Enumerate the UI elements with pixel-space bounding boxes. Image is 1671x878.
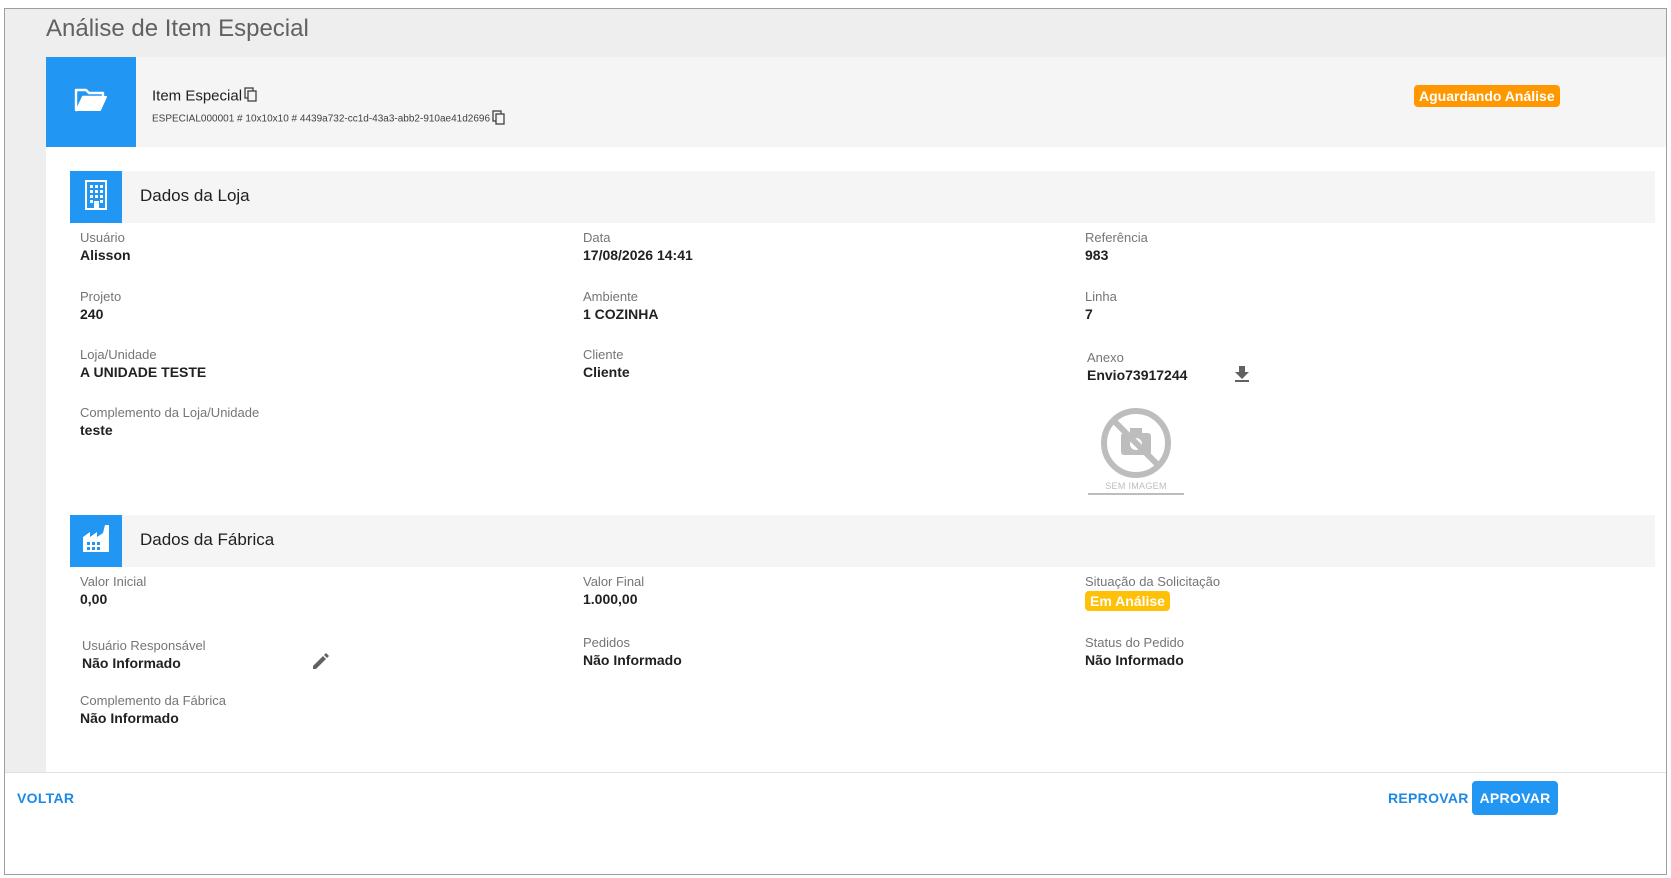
field-complemento-fabrica: Complemento da Fábrica Não Informado <box>80 693 226 727</box>
folder-open-icon <box>74 87 108 118</box>
field-label: Data <box>583 230 611 245</box>
field-value: 983 <box>1085 247 1109 263</box>
field-loja-unidade: Loja/Unidade A UNIDADE TESTE <box>80 347 206 381</box>
field-label: Projeto <box>80 289 122 304</box>
item-header: Item Especial ESPECIAL000001 # 10x10x10 … <box>46 57 1666 147</box>
field-projeto: Projeto 240 <box>80 289 121 323</box>
field-value: Alisson <box>80 247 131 263</box>
approve-button[interactable]: APROVAR <box>1472 781 1558 815</box>
field-value: Envio73917244 <box>1087 367 1188 383</box>
field-ambiente: Ambiente 1 COZINHA <box>583 289 658 323</box>
field-label: Cliente <box>583 347 624 362</box>
item-icon-box <box>46 57 136 147</box>
field-label: Valor Inicial <box>80 574 147 589</box>
field-label: Valor Final <box>583 574 645 589</box>
field-pedidos: Pedidos Não Informado <box>583 635 682 669</box>
factory-section-icon-box <box>70 515 122 567</box>
field-value: Não Informado <box>583 652 682 668</box>
field-value: 1.000,00 <box>583 591 638 607</box>
reject-button[interactable]: REPROVAR <box>1388 790 1469 806</box>
field-label: Pedidos <box>583 635 630 650</box>
field-status-pedido: Status do Pedido Não Informado <box>1085 635 1184 669</box>
copy-code-icon[interactable] <box>492 110 505 128</box>
field-value: teste <box>80 422 113 438</box>
field-label: Usuário <box>80 230 125 245</box>
field-data: Data 17/08/2026 14:41 <box>583 230 693 264</box>
field-label: Referência <box>1085 230 1148 245</box>
store-section-header: Dados da Loja <box>70 171 1655 223</box>
field-value: Não Informado <box>80 710 179 726</box>
field-label: Usuário Responsável <box>82 638 206 653</box>
field-valor-inicial: Valor Inicial 0,00 <box>80 574 146 608</box>
field-cliente: Cliente Cliente <box>583 347 630 381</box>
field-valor-final: Valor Final 1.000,00 <box>583 574 644 608</box>
field-usuario: Usuário Alisson <box>80 230 131 264</box>
factory-section-header: Dados da Fábrica <box>70 515 1655 567</box>
field-label: Situação da Solicitação <box>1085 574 1221 589</box>
field-label: Linha <box>1085 289 1117 304</box>
field-value: 1 COZINHA <box>583 306 659 322</box>
field-value: Não Informado <box>1085 652 1184 668</box>
field-value: 0,00 <box>80 591 108 607</box>
page-title: Análise de Item Especial <box>46 15 309 42</box>
item-title-row: Item Especial <box>152 87 257 106</box>
field-situacao: Situação da Solicitação Em Análise <box>1085 574 1220 611</box>
field-label: Complemento da Fábrica <box>80 693 226 708</box>
field-value: A UNIDADE TESTE <box>80 364 207 380</box>
item-code: ESPECIAL000001 # 10x10x10 # 4439a732-cc1… <box>152 113 491 125</box>
field-referencia: Referência 983 <box>1085 230 1148 264</box>
building-icon <box>83 179 109 215</box>
no-image-caption: SEM IMAGEM <box>1088 481 1184 495</box>
field-label: Anexo <box>1087 350 1124 365</box>
no-image-placeholder: SEM IMAGEM <box>1088 407 1184 499</box>
copy-icon[interactable] <box>244 87 257 106</box>
dialog-window: Análise de Item Especial Item Especial E… <box>4 8 1667 875</box>
store-section-title: Dados da Loja <box>140 186 250 205</box>
field-value: 7 <box>1085 306 1093 322</box>
field-label: Ambiente <box>583 289 638 304</box>
edit-pencil-icon[interactable] <box>312 652 330 675</box>
field-label: Status do Pedido <box>1085 635 1185 650</box>
situacao-badge: Em Análise <box>1085 591 1170 611</box>
field-usuario-responsavel: Usuário Responsável Não Informado <box>82 638 206 672</box>
left-gutter <box>5 57 46 812</box>
field-anexo: Anexo Envio73917244 <box>1087 350 1187 384</box>
download-icon[interactable] <box>1234 365 1250 387</box>
item-subtitle-row: ESPECIAL000001 # 10x10x10 # 4439a732-cc1… <box>152 110 505 128</box>
field-value: 240 <box>80 306 104 322</box>
field-value: Não Informado <box>82 655 181 671</box>
field-value: 17/08/2026 14:41 <box>583 247 693 263</box>
field-label: Complemento da Loja/Unidade <box>80 405 260 420</box>
factory-section-title: Dados da Fábrica <box>140 530 275 549</box>
factory-icon <box>81 524 111 558</box>
store-section-icon-box <box>70 171 122 223</box>
field-linha: Linha 7 <box>1085 289 1117 323</box>
status-badge: Aguardando Análise <box>1414 85 1560 107</box>
field-complemento-loja: Complemento da Loja/Unidade teste <box>80 405 259 439</box>
item-title: Item Especial <box>152 87 243 105</box>
footer-actions: VOLTAR REPROVAR APROVAR <box>5 772 1666 874</box>
back-button[interactable]: VOLTAR <box>17 790 74 806</box>
field-label: Loja/Unidade <box>80 347 157 362</box>
field-value: Cliente <box>583 364 630 380</box>
